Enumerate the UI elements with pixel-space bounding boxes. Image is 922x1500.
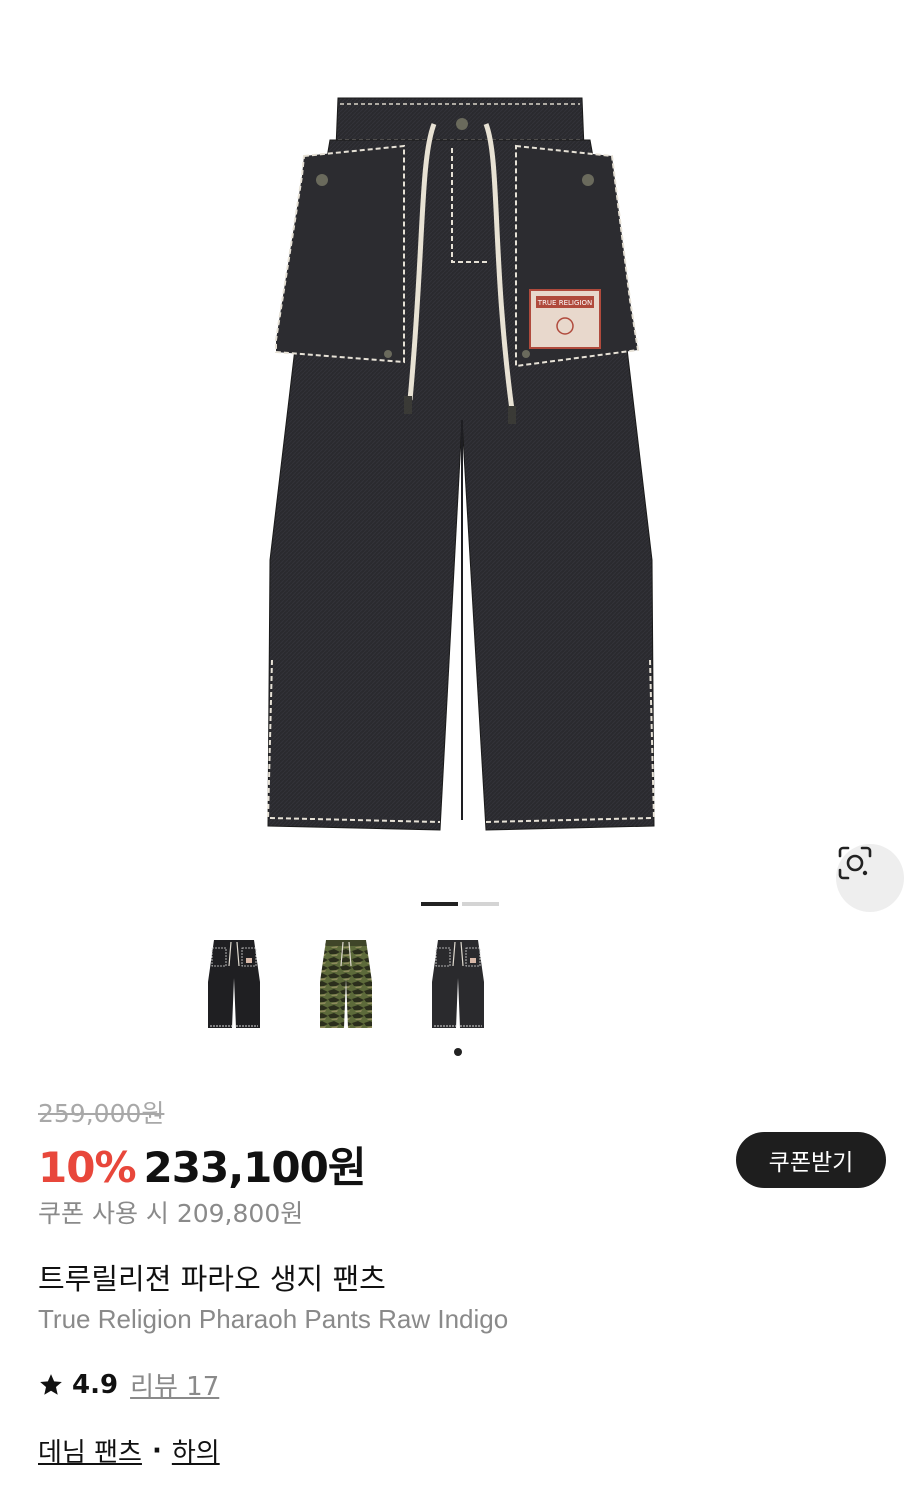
pager-indicator-1 bbox=[421, 902, 458, 906]
star-icon bbox=[40, 1373, 62, 1395]
patch-label: TRUE RELIGION bbox=[537, 299, 592, 307]
thumbnail-image bbox=[432, 940, 484, 1028]
discount-rate: 10% bbox=[38, 1143, 137, 1192]
thumbnail-raw-indigo[interactable] bbox=[190, 932, 278, 1038]
category-breadcrumb: 데님 팬츠 · 하의 bbox=[38, 1432, 220, 1469]
thumbnail-raw-indigo-alt[interactable] bbox=[414, 932, 502, 1056]
product-title: 트루릴리젼 파라오 생지 팬츠 bbox=[38, 1262, 386, 1296]
thumbnail-strip bbox=[190, 932, 502, 1056]
thumbnail-image bbox=[320, 940, 372, 1028]
breadcrumb-separator: · bbox=[151, 1435, 162, 1466]
product-title-english: True Religion Pharaoh Pants Raw Indigo bbox=[38, 1304, 509, 1334]
rating-value: 4.9 bbox=[72, 1369, 119, 1400]
review-link[interactable]: 리뷰 17 bbox=[130, 1366, 219, 1403]
image-pager bbox=[421, 902, 499, 906]
category-link-denim-pants[interactable]: 데님 팬츠 bbox=[38, 1432, 142, 1469]
pants-image: TRUE RELIGION bbox=[267, 97, 655, 831]
sale-price: 233,100원 bbox=[143, 1143, 367, 1192]
selected-indicator bbox=[454, 1048, 462, 1056]
pager-indicator-2 bbox=[462, 902, 499, 906]
thumbnail-camo[interactable] bbox=[302, 932, 390, 1038]
product-image[interactable]: TRUE RELIGION bbox=[0, 0, 922, 912]
rating-row: 4.9 리뷰 17 bbox=[38, 1366, 219, 1403]
category-link-bottoms[interactable]: 하의 bbox=[172, 1432, 220, 1469]
price-row: 10% 233,100원 bbox=[38, 1134, 367, 1195]
visual-search-button[interactable] bbox=[836, 844, 904, 912]
coupon-price: 쿠폰 사용 시 209,800원 bbox=[38, 1199, 304, 1228]
scan-lens-icon bbox=[838, 846, 872, 880]
thumbnail-image bbox=[208, 940, 260, 1028]
get-coupon-button[interactable]: 쿠폰받기 bbox=[736, 1132, 886, 1188]
original-price: 259,000원 bbox=[38, 1099, 165, 1128]
